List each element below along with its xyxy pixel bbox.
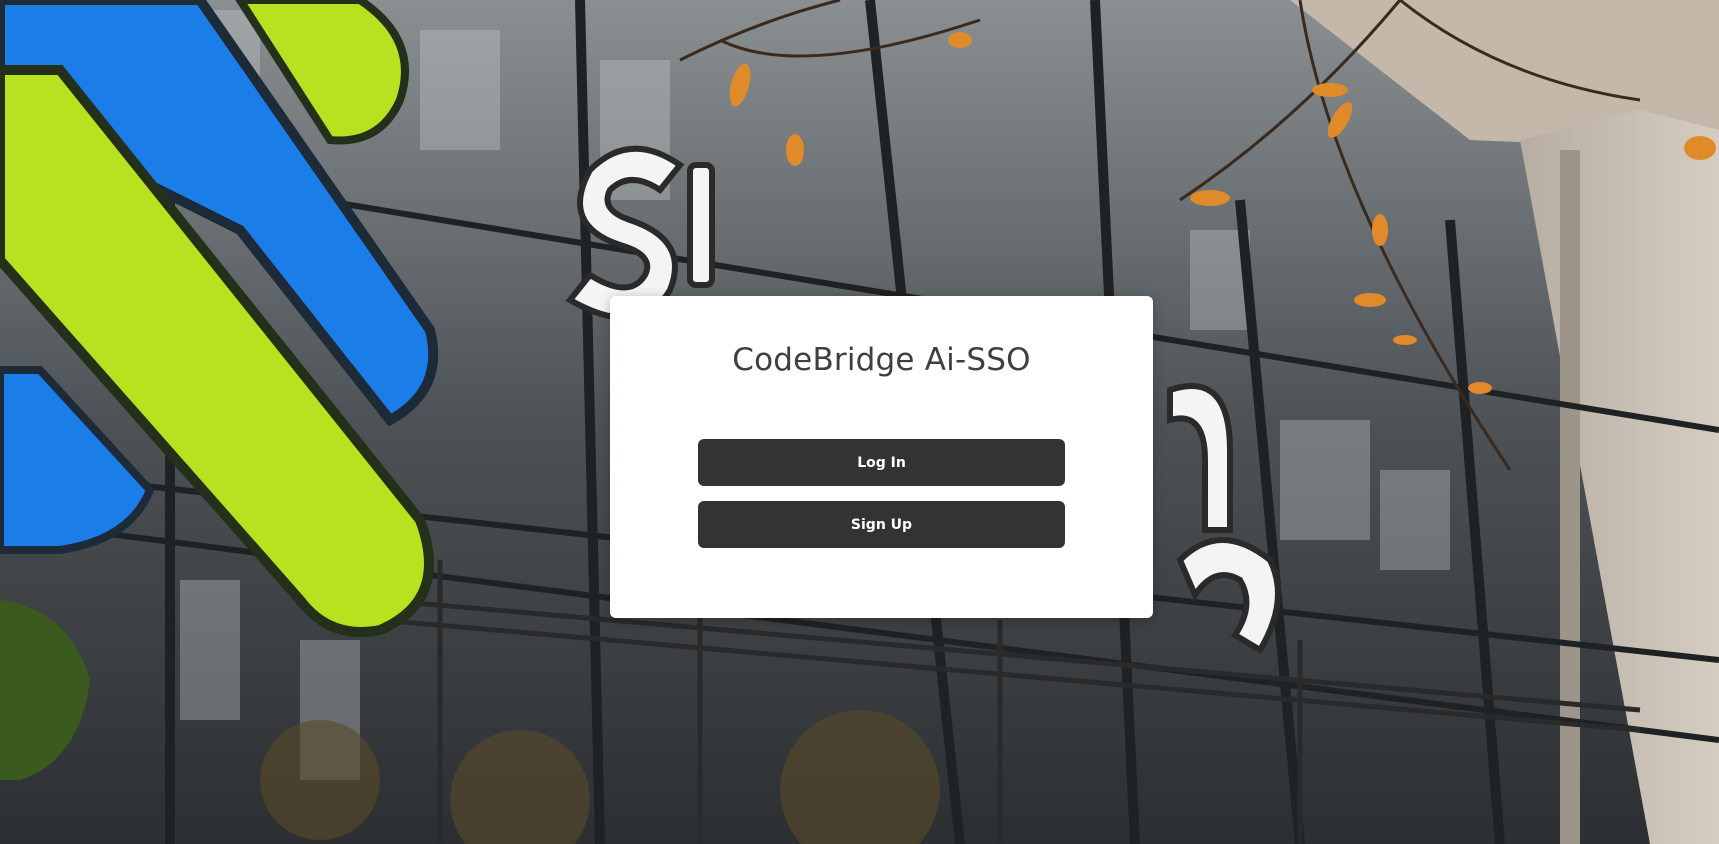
login-button[interactable]: Log In — [698, 439, 1065, 486]
page-title: CodeBridge Ai-SSO — [732, 342, 1031, 378]
signup-button[interactable]: Sign Up — [698, 501, 1065, 548]
auth-card: CodeBridge Ai-SSO Log In Sign Up — [610, 296, 1153, 618]
login-page: CodeBridge Ai-SSO Log In Sign Up — [0, 0, 1719, 844]
